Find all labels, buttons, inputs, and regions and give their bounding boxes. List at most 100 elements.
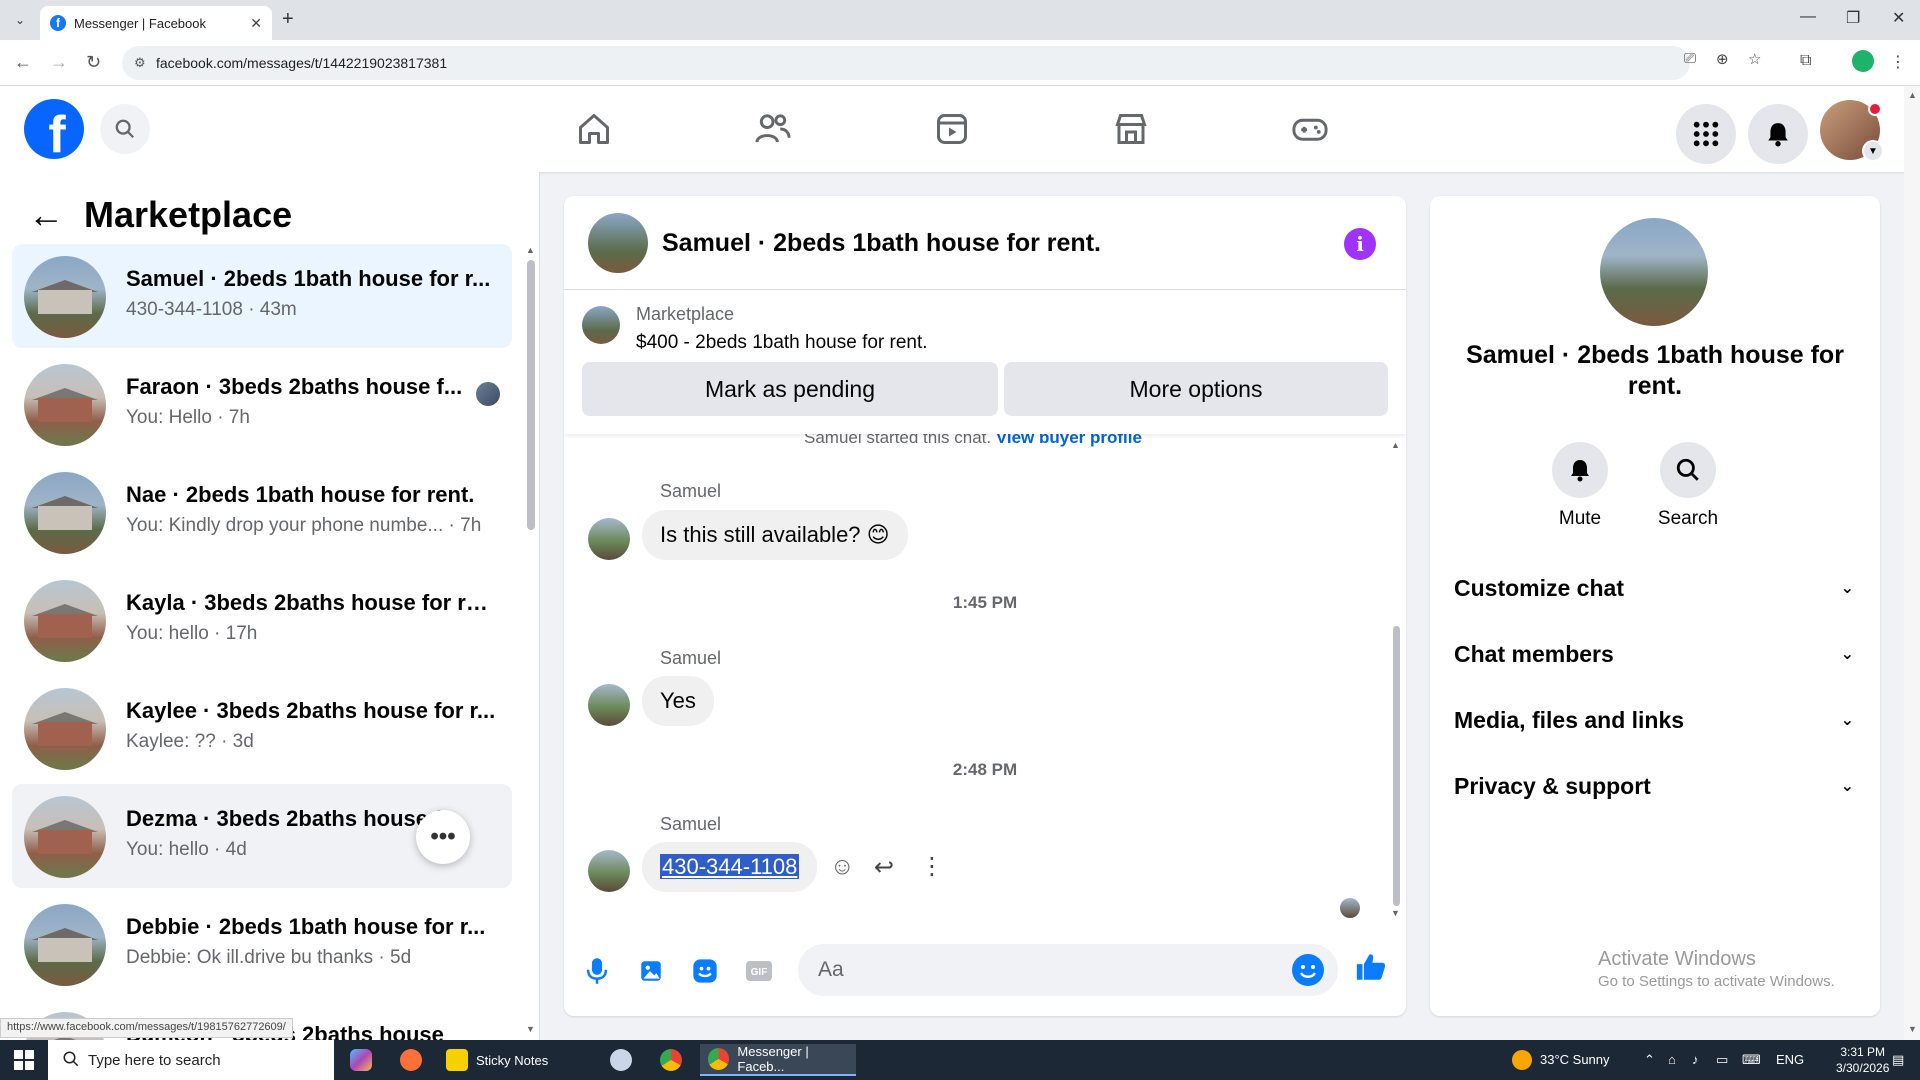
notification-center-icon[interactable]: ▤ (1892, 1052, 1904, 1068)
site-info-icon[interactable]: ⚙ (134, 55, 146, 71)
sticker-icon[interactable] (688, 954, 722, 988)
weather-app-icon[interactable] (610, 1044, 640, 1076)
firefox-icon[interactable] (400, 1044, 430, 1076)
taskbar-search-input[interactable]: Type here to search (48, 1040, 334, 1080)
conversation-item[interactable]: Dezma · 3beds 2baths house f... You: hel… (12, 784, 512, 888)
browser-tab[interactable]: f Messenger | Facebook ✕ (40, 6, 272, 40)
chat-scrollbar[interactable] (1393, 626, 1400, 906)
conversation-item[interactable]: Kayla · 3beds 2baths house for re... You… (12, 568, 512, 672)
sender-avatar[interactable] (588, 684, 630, 726)
info-icon[interactable]: i (1344, 228, 1376, 260)
notifications-bell-icon[interactable] (1748, 104, 1808, 164)
conversation-item[interactable]: Nae · 2beds 1bath house for rent. You: K… (12, 460, 512, 564)
more-actions-icon[interactable]: ⋮ (920, 852, 944, 881)
conversation-options-button[interactable]: ••• (416, 810, 470, 864)
address-bar[interactable]: ⚙ facebook.com/messages/t/14422190238173… (122, 46, 1690, 80)
sender-avatar[interactable] (588, 518, 630, 560)
conversation-list-scrollbar[interactable] (527, 260, 535, 530)
browser-profile-icon[interactable] (1852, 50, 1874, 72)
search-in-chat-button[interactable]: Search (1643, 442, 1733, 530)
weather-sun-icon[interactable] (1512, 1050, 1532, 1073)
listing-avatar[interactable] (582, 306, 620, 344)
browser-menu-icon[interactable]: ⋮ (1890, 52, 1906, 72)
conversation-item[interactable]: Debbie · 2beds 1bath house for r... Debb… (12, 892, 512, 996)
listing-title[interactable]: $400 - 2beds 1bath house for rent. (636, 332, 928, 354)
tray-volume-icon[interactable]: ♪ (1692, 1052, 1699, 1067)
react-emoji-icon[interactable]: ☺ (830, 853, 855, 881)
chat-avatar[interactable] (588, 213, 648, 273)
account-chevron-down-icon[interactable]: ▼ (1862, 140, 1884, 162)
gaming-icon[interactable] (1285, 106, 1335, 152)
more-options-button[interactable]: More options (1004, 362, 1388, 416)
photo-icon[interactable] (634, 954, 668, 988)
chrome-icon[interactable] (660, 1044, 690, 1076)
taskbar-app-sticky-notes[interactable]: Sticky Notes (446, 1044, 576, 1076)
back-icon[interactable]: ← (14, 52, 32, 73)
message-bubble[interactable]: Is this still available? 😊 (642, 510, 908, 560)
tray-keyboard-icon[interactable]: ⌨ (1742, 1052, 1761, 1068)
chat-members-section[interactable]: Chat members ⌄ (1454, 634, 1854, 674)
facebook-search-icon[interactable] (100, 104, 150, 154)
home-icon[interactable] (569, 106, 619, 152)
marketplace-icon[interactable] (1106, 106, 1156, 152)
media-files-links-section[interactable]: Media, files and links ⌄ (1454, 700, 1854, 740)
taskbar-app-label: Messenger | Faceb... (737, 1044, 809, 1074)
minimize-icon[interactable]: — (1800, 8, 1816, 26)
profile-avatar[interactable] (1600, 218, 1708, 326)
message-bubble[interactable]: Yes (642, 676, 714, 726)
search-icon[interactable] (1660, 442, 1716, 498)
new-tab-icon[interactable]: + (282, 8, 294, 31)
thumbs-up-icon[interactable] (1354, 950, 1388, 984)
tray-chevron-up-icon[interactable]: ⌃ (1644, 1052, 1655, 1068)
mute-button[interactable]: Mute (1535, 442, 1625, 530)
scroll-down-arrow-icon[interactable]: ▼ (526, 1024, 535, 1034)
tray-display-icon[interactable]: ▭ (1716, 1052, 1728, 1068)
chat-scroll-down-icon[interactable]: ▼ (1391, 908, 1400, 918)
mute-bell-icon[interactable] (1552, 442, 1608, 498)
chat-scroll-up-icon[interactable]: ▲ (1391, 440, 1400, 450)
page-scroll-down-icon[interactable]: ▼ (1908, 1024, 1917, 1034)
restore-icon[interactable]: ❐ (1846, 8, 1860, 28)
page-scrollbar[interactable]: ▲ ▼ (1904, 86, 1920, 1040)
tab-search-icon[interactable]: ⌄ (10, 10, 30, 30)
forward-icon[interactable]: → (50, 52, 68, 73)
menu-grid-icon[interactable] (1676, 104, 1736, 164)
copilot-icon[interactable] (350, 1044, 380, 1076)
message-input[interactable]: Aa (798, 944, 1338, 996)
chat-title[interactable]: Samuel · 2beds 1bath house for rent. (662, 229, 1101, 258)
conversation-item[interactable]: Faraon · 3beds 2baths house f... You: He… (12, 352, 512, 456)
back-arrow-icon[interactable]: ← (28, 194, 64, 236)
reload-icon[interactable]: ↻ (86, 52, 101, 73)
extensions-icon[interactable]: ⧉ (1800, 52, 1811, 70)
page-scroll-up-icon[interactable]: ▲ (1908, 90, 1917, 100)
install-app-icon[interactable]: ⎚ (1684, 50, 1696, 67)
conversation-item[interactable]: Kaylee · 3beds 2baths house for r... Kay… (12, 676, 512, 780)
microphone-icon[interactable] (580, 954, 614, 988)
gif-icon[interactable]: GIF (742, 954, 776, 988)
emoji-picker-icon[interactable] (1292, 954, 1324, 986)
window-close-icon[interactable]: ✕ (1892, 8, 1905, 28)
taskbar-search-placeholder: Type here to search (88, 1051, 221, 1069)
account-avatar[interactable]: ▼ (1820, 100, 1884, 162)
customize-chat-section[interactable]: Customize chat ⌄ (1454, 568, 1854, 608)
privacy-support-section[interactable]: Privacy & support ⌄ (1454, 766, 1854, 806)
bookmark-star-icon[interactable]: ☆ (1748, 50, 1761, 68)
friends-icon[interactable] (748, 106, 798, 152)
tray-language[interactable]: ENG (1776, 1052, 1804, 1067)
taskbar-clock[interactable]: 3:31 PM 3/30/2026 (1836, 1044, 1889, 1076)
taskbar-app-messenger[interactable]: Messenger | Faceb... (700, 1044, 856, 1076)
tray-network-icon[interactable]: ⌂ (1668, 1052, 1676, 1067)
zoom-icon[interactable]: ⊕ (1716, 50, 1729, 68)
scroll-up-arrow-icon[interactable]: ▲ (526, 245, 535, 255)
message-bubble[interactable]: 430-344-1108 (642, 842, 818, 892)
selected-phone-number[interactable]: 430-344-1108 (660, 854, 800, 879)
reply-icon[interactable]: ↩ (874, 853, 894, 882)
facebook-logo-icon[interactable]: f (24, 99, 84, 159)
video-icon[interactable] (927, 106, 977, 152)
windows-start-icon[interactable] (14, 1050, 34, 1070)
tab-close-icon[interactable]: ✕ (250, 15, 262, 32)
weather-text[interactable]: 33°C Sunny (1540, 1052, 1610, 1067)
conversation-item[interactable]: Samuel · 2beds 1bath house for r... 430-… (12, 244, 512, 348)
sender-avatar[interactable] (588, 850, 630, 892)
mark-as-pending-button[interactable]: Mark as pending (582, 362, 998, 416)
